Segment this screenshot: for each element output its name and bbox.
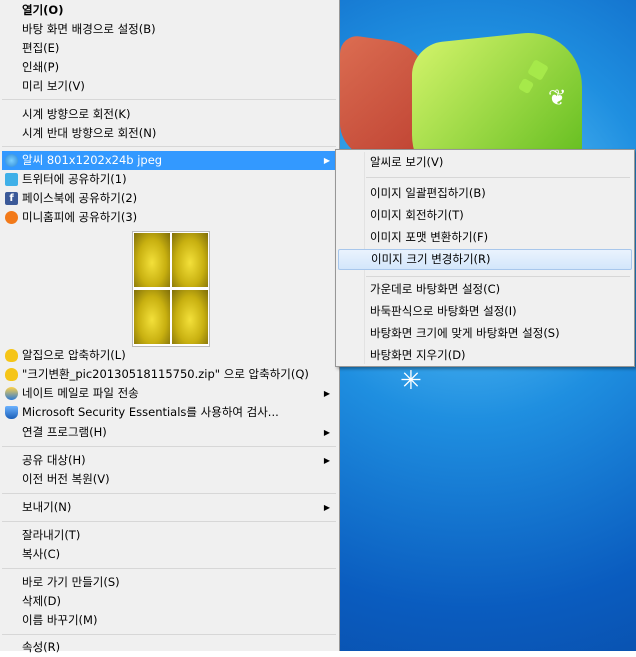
menu-item-preview[interactable]: 미리 보기(V): [2, 77, 336, 96]
menu-item-properties[interactable]: 속성(R): [2, 638, 336, 657]
alzip-icon: [5, 349, 18, 362]
thumbnail-cell: [134, 233, 170, 287]
submenu-item-clear-wallpaper[interactable]: 바탕화면 지우기(D): [338, 345, 632, 366]
alsee-icon: [5, 154, 18, 167]
menu-separator: [2, 634, 336, 635]
image-thumbnail: [132, 231, 210, 347]
butterfly-icon: ❦: [548, 86, 567, 111]
submenu-item-rotate-image[interactable]: 이미지 회전하기(T): [338, 205, 632, 226]
menu-item-open-with[interactable]: 연결 프로그램(H) ▶: [2, 423, 336, 442]
menu-item-rotate-counterclockwise[interactable]: 시계 반대 방향으로 회전(N): [2, 124, 336, 143]
submenu-item-batch-edit[interactable]: 이미지 일괄편집하기(B): [338, 183, 632, 204]
menu-item-restore-previous-versions[interactable]: 이전 버전 복원(V): [2, 470, 336, 489]
menu-item-nate-mail[interactable]: 네이트 메일로 파일 전송 ▶: [2, 384, 336, 403]
menu-item-set-desktop-background[interactable]: 바탕 화면 배경으로 설정(B): [2, 20, 336, 39]
menu-item-share-twitter[interactable]: 트위터에 공유하기(1): [2, 170, 336, 189]
submenu-item-center-wallpaper[interactable]: 가운데로 바탕화면 설정(C): [338, 279, 632, 300]
minihompy-icon: [5, 211, 18, 224]
menu-item-compress-to-zip[interactable]: "크기변환_pic20130518115750.zip" 으로 압축하기(Q): [2, 365, 336, 384]
menu-item-send-to[interactable]: 보내기(N) ▶: [2, 498, 336, 517]
submenu-item-tile-wallpaper[interactable]: 바둑판식으로 바탕화면 설정(I): [338, 301, 632, 322]
submenu-arrow-icon: ▶: [323, 503, 330, 512]
thumbnail-cell: [172, 290, 208, 344]
menu-separator: [2, 446, 336, 447]
menu-item-open[interactable]: 열기(O): [2, 1, 336, 20]
submenu-arrow-icon: ▶: [323, 456, 330, 465]
sparkle-icon: ✳: [400, 366, 422, 396]
menu-item-share-facebook[interactable]: f 페이스북에 공유하기(2): [2, 189, 336, 208]
menu-separator: [2, 568, 336, 569]
submenu-item-resize-image[interactable]: 이미지 크기 변경하기(R): [338, 249, 632, 270]
menu-separator: [2, 99, 336, 100]
submenu-arrow-icon: ▶: [323, 389, 330, 398]
menu-separator: [2, 146, 336, 147]
menu-item-security-essentials-scan[interactable]: Microsoft Security Essentials를 사용하여 검사..…: [2, 403, 336, 422]
context-menu: 열기(O) 바탕 화면 배경으로 설정(B) 편집(E) 인쇄(P) 미리 보기…: [0, 0, 340, 654]
menu-item-delete[interactable]: 삭제(D): [2, 592, 336, 611]
menu-separator: [2, 493, 336, 494]
security-essentials-icon: [5, 406, 18, 419]
twitter-icon: [5, 173, 18, 186]
menu-item-share-with[interactable]: 공유 대상(H) ▶: [2, 451, 336, 470]
thumbnail-cell: [134, 290, 170, 344]
alzip-icon: [5, 368, 18, 381]
thumbnail-cell: [172, 233, 208, 287]
menu-item-share-minihompy[interactable]: 미니홈피에 공유하기(3): [2, 208, 336, 227]
submenu-separator: [366, 276, 630, 277]
submenu-arrow-icon: ▶: [323, 428, 330, 437]
menu-item-rotate-clockwise[interactable]: 시계 방향으로 회전(K): [2, 105, 336, 124]
menu-item-create-shortcut[interactable]: 바로 가기 만들기(S): [2, 573, 336, 592]
menu-item-cut[interactable]: 잘라내기(T): [2, 526, 336, 545]
menu-item-copy[interactable]: 복사(C): [2, 545, 336, 564]
submenu-item-stretch-wallpaper[interactable]: 바탕화면 크기에 맞게 바탕화면 설정(S): [338, 323, 632, 344]
menu-item-alsee[interactable]: 알씨 801x1202x24b jpeg ▶: [2, 151, 336, 170]
menu-item-edit[interactable]: 편집(E): [2, 39, 336, 58]
menu-separator: [2, 521, 336, 522]
nate-mail-icon: [5, 387, 18, 400]
menu-item-alzip-compress[interactable]: 알집으로 압축하기(L): [2, 346, 336, 365]
submenu-arrow-icon: ▶: [323, 156, 330, 165]
alsee-submenu: 알씨로 보기(V) 이미지 일괄편집하기(B) 이미지 회전하기(T) 이미지 …: [335, 149, 635, 367]
menu-item-rename[interactable]: 이름 바꾸기(M): [2, 611, 336, 630]
menu-item-print[interactable]: 인쇄(P): [2, 58, 336, 77]
submenu-separator: [366, 177, 630, 178]
submenu-item-view-in-alsee[interactable]: 알씨로 보기(V): [338, 152, 632, 173]
facebook-icon: f: [5, 192, 18, 205]
submenu-item-convert-format[interactable]: 이미지 포맷 변환하기(F): [338, 227, 632, 248]
